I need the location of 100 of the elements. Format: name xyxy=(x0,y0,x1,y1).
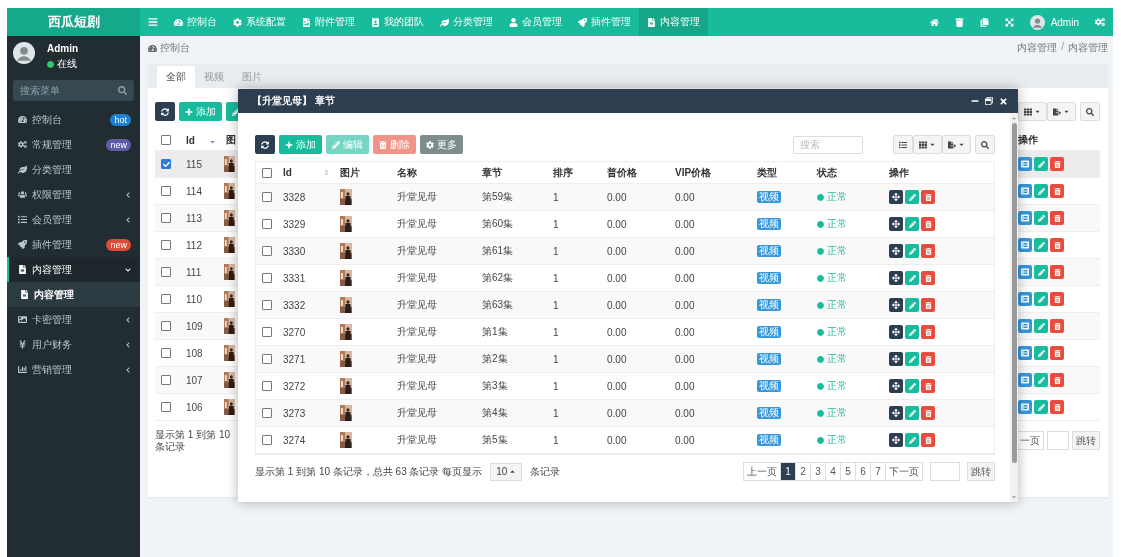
export-button[interactable] xyxy=(942,135,971,154)
menu-item[interactable]: 会员管理 xyxy=(7,207,140,232)
drag-button[interactable] xyxy=(889,379,903,393)
menu-item[interactable]: 内容管理 xyxy=(7,257,140,282)
detail-button[interactable] xyxy=(1018,319,1032,333)
drag-button[interactable] xyxy=(889,271,903,285)
menu-item[interactable]: 权限管理 xyxy=(7,182,140,207)
delete-button[interactable] xyxy=(921,244,935,258)
search-button[interactable] xyxy=(975,135,995,154)
delete-button[interactable] xyxy=(1050,265,1064,279)
checkbox[interactable] xyxy=(161,321,171,331)
drag-button[interactable] xyxy=(889,244,903,258)
refresh-button[interactable] xyxy=(255,135,275,154)
breadcrumb-link[interactable]: 内容管理 xyxy=(1017,41,1058,55)
delete-button[interactable] xyxy=(1050,157,1064,171)
drag-button[interactable] xyxy=(889,325,903,339)
delete-button[interactable] xyxy=(921,433,935,447)
close-button[interactable] xyxy=(999,96,1008,106)
search-field[interactable]: 搜索菜单 xyxy=(13,80,134,101)
page-button[interactable]: 6 xyxy=(855,462,871,481)
column-header[interactable]: Id xyxy=(277,167,334,178)
next-page-button[interactable]: 一页 xyxy=(1016,431,1044,450)
checkbox[interactable] xyxy=(262,273,272,283)
detail-button[interactable] xyxy=(1018,373,1032,387)
checkbox[interactable] xyxy=(262,246,272,256)
delete-button[interactable] xyxy=(1050,319,1064,333)
delete-button[interactable] xyxy=(1050,184,1064,198)
checkbox[interactable] xyxy=(262,192,272,202)
page-button[interactable]: 7 xyxy=(870,462,886,481)
page-button[interactable]: 5 xyxy=(840,462,856,481)
drag-button[interactable] xyxy=(889,298,903,312)
checkbox[interactable] xyxy=(161,186,171,196)
page-button[interactable]: 4 xyxy=(825,462,841,481)
prev-page-button[interactable]: 上一页 xyxy=(743,462,781,481)
checkbox[interactable] xyxy=(262,300,272,310)
delete-button[interactable] xyxy=(1050,346,1064,360)
drag-button[interactable] xyxy=(889,190,903,204)
checkbox[interactable] xyxy=(262,408,272,418)
delete-button[interactable] xyxy=(921,217,935,231)
page-button[interactable]: 1 xyxy=(780,462,796,481)
submenu-item[interactable]: 内容管理 xyxy=(7,282,140,307)
jump-button[interactable]: 跳转 xyxy=(1072,431,1100,450)
delete-button[interactable] xyxy=(1050,373,1064,387)
delete-button[interactable] xyxy=(921,271,935,285)
next-page-button[interactable]: 下一页 xyxy=(885,462,923,481)
delete-button[interactable] xyxy=(1050,400,1064,414)
checkbox[interactable] xyxy=(262,327,272,337)
delete-button[interactable] xyxy=(921,298,935,312)
detail-button[interactable] xyxy=(1018,400,1032,414)
menu-item[interactable]: 营销管理 xyxy=(7,357,140,382)
delete-button[interactable] xyxy=(921,352,935,366)
checkbox[interactable] xyxy=(161,267,171,277)
breadcrumb-link[interactable]: 内容管理 xyxy=(1068,41,1108,55)
delete-button[interactable] xyxy=(1050,292,1064,306)
columns-button[interactable] xyxy=(1018,102,1047,121)
delete-button[interactable] xyxy=(1050,211,1064,225)
delete-button[interactable] xyxy=(921,190,935,204)
drag-button[interactable] xyxy=(889,406,903,420)
detail-button[interactable] xyxy=(1018,265,1032,279)
menu-item[interactable]: 常规管理 new xyxy=(7,132,140,157)
checkbox[interactable] xyxy=(161,348,171,358)
column-header[interactable]: Id xyxy=(180,134,220,146)
minimize-button[interactable] xyxy=(971,97,979,105)
drag-button[interactable] xyxy=(889,352,903,366)
delete-button[interactable] xyxy=(921,406,935,420)
delete-button[interactable] xyxy=(1050,238,1064,252)
page-size-select[interactable]: 10 xyxy=(490,462,523,481)
checkbox[interactable] xyxy=(161,375,171,385)
checkbox[interactable] xyxy=(161,294,171,304)
page-button[interactable]: 3 xyxy=(810,462,826,481)
detail-button[interactable] xyxy=(1018,238,1032,252)
checkbox[interactable] xyxy=(262,167,272,178)
checkbox[interactable] xyxy=(161,240,171,250)
filter-tab[interactable]: 全部 xyxy=(157,66,195,88)
search-field[interactable]: 搜索 xyxy=(793,135,863,154)
menu-item[interactable]: 分类管理 xyxy=(7,157,140,182)
checkbox[interactable] xyxy=(262,354,272,364)
jump-button[interactable]: 跳转 xyxy=(967,462,995,481)
checkbox[interactable] xyxy=(262,219,272,229)
detail-button[interactable] xyxy=(1018,184,1032,198)
delete-button[interactable] xyxy=(921,379,935,393)
menu-item[interactable]: 插件管理 new xyxy=(7,232,140,257)
detail-button[interactable] xyxy=(1018,157,1032,171)
checkbox[interactable] xyxy=(161,159,171,169)
checkbox[interactable] xyxy=(161,213,171,223)
scrollbar[interactable] xyxy=(1010,113,1018,502)
checkbox[interactable] xyxy=(262,435,272,445)
restore-button[interactable] xyxy=(985,97,993,105)
page-input[interactable] xyxy=(930,462,960,481)
drag-button[interactable] xyxy=(889,217,903,231)
page-input[interactable] xyxy=(1047,431,1069,450)
detail-button[interactable] xyxy=(1018,292,1032,306)
detail-button[interactable] xyxy=(1018,346,1032,360)
checkbox[interactable] xyxy=(161,402,171,412)
menu-item[interactable]: 用户财务 xyxy=(7,332,140,357)
page-button[interactable]: 2 xyxy=(795,462,811,481)
columns-button[interactable] xyxy=(913,135,942,154)
menu-item[interactable]: 控制台 hot xyxy=(7,107,140,132)
menu-item[interactable]: 卡密管理 xyxy=(7,307,140,332)
delete-button[interactable] xyxy=(921,325,935,339)
